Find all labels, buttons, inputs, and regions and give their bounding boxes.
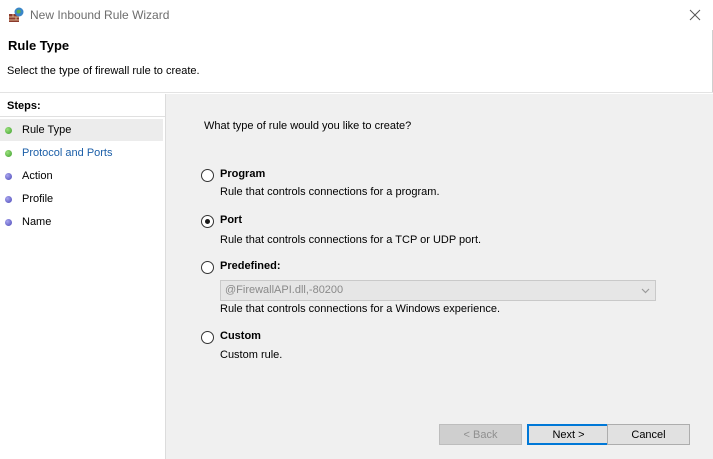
back-button[interactable]: < Back xyxy=(439,424,522,445)
port-radio[interactable] xyxy=(201,215,214,228)
option-title: Custom xyxy=(220,330,261,342)
next-button[interactable]: Next > xyxy=(527,424,610,445)
title-bar: New Inbound Rule Wizard xyxy=(0,0,713,30)
close-button[interactable] xyxy=(683,3,707,27)
step-pending-icon xyxy=(5,218,12,226)
step-pending-icon xyxy=(5,172,12,180)
wizard-window: New Inbound Rule Wizard Rule Type Select… xyxy=(0,0,713,459)
step-label: Name xyxy=(22,216,52,228)
step-protocol-and-ports[interactable]: Protocol and Ports xyxy=(0,142,163,164)
chevron-down-icon xyxy=(641,288,650,294)
step-label: Action xyxy=(22,170,53,182)
cancel-button[interactable]: Cancel xyxy=(607,424,690,445)
custom-radio[interactable] xyxy=(201,331,214,344)
window-title: New Inbound Rule Wizard xyxy=(30,8,170,22)
step-pending-icon xyxy=(5,195,12,203)
main-panel: What type of rule would you like to crea… xyxy=(166,94,713,459)
program-radio[interactable] xyxy=(201,169,214,182)
option-title: Program xyxy=(220,168,266,180)
steps-sidebar: Steps: Rule Type Protocol and Ports Acti… xyxy=(0,94,166,459)
option-title: Port xyxy=(220,214,242,226)
predefined-select-value: @FirewallAPI.dll,-80200 xyxy=(225,284,344,296)
step-label: Rule Type xyxy=(22,124,72,136)
close-icon xyxy=(689,9,701,21)
step-label: Protocol and Ports xyxy=(22,147,113,159)
step-label: Profile xyxy=(22,193,54,205)
step-name[interactable]: Name xyxy=(0,211,163,233)
option-description: Rule that controls connections for a TCP… xyxy=(220,234,482,246)
page-title: Rule Type xyxy=(8,38,70,53)
predefined-radio[interactable] xyxy=(201,261,214,274)
step-profile[interactable]: Profile xyxy=(0,188,163,210)
option-description: Rule that controls connections for a pro… xyxy=(220,186,440,198)
step-complete-icon xyxy=(5,149,12,157)
option-description: Custom rule. xyxy=(220,349,283,361)
step-action[interactable]: Action xyxy=(0,165,163,187)
rule-type-question: What type of rule would you like to crea… xyxy=(204,120,412,132)
step-rule-type[interactable]: Rule Type xyxy=(0,119,163,141)
predefined-select[interactable]: @FirewallAPI.dll,-80200 xyxy=(220,280,656,301)
steps-heading: Steps: xyxy=(0,95,165,117)
firewall-icon xyxy=(8,7,24,23)
step-complete-icon xyxy=(5,126,12,134)
option-description: Rule that controls connections for a Win… xyxy=(220,303,501,315)
page-subtitle: Select the type of firewall rule to crea… xyxy=(7,65,200,77)
option-title: Predefined: xyxy=(220,260,281,272)
